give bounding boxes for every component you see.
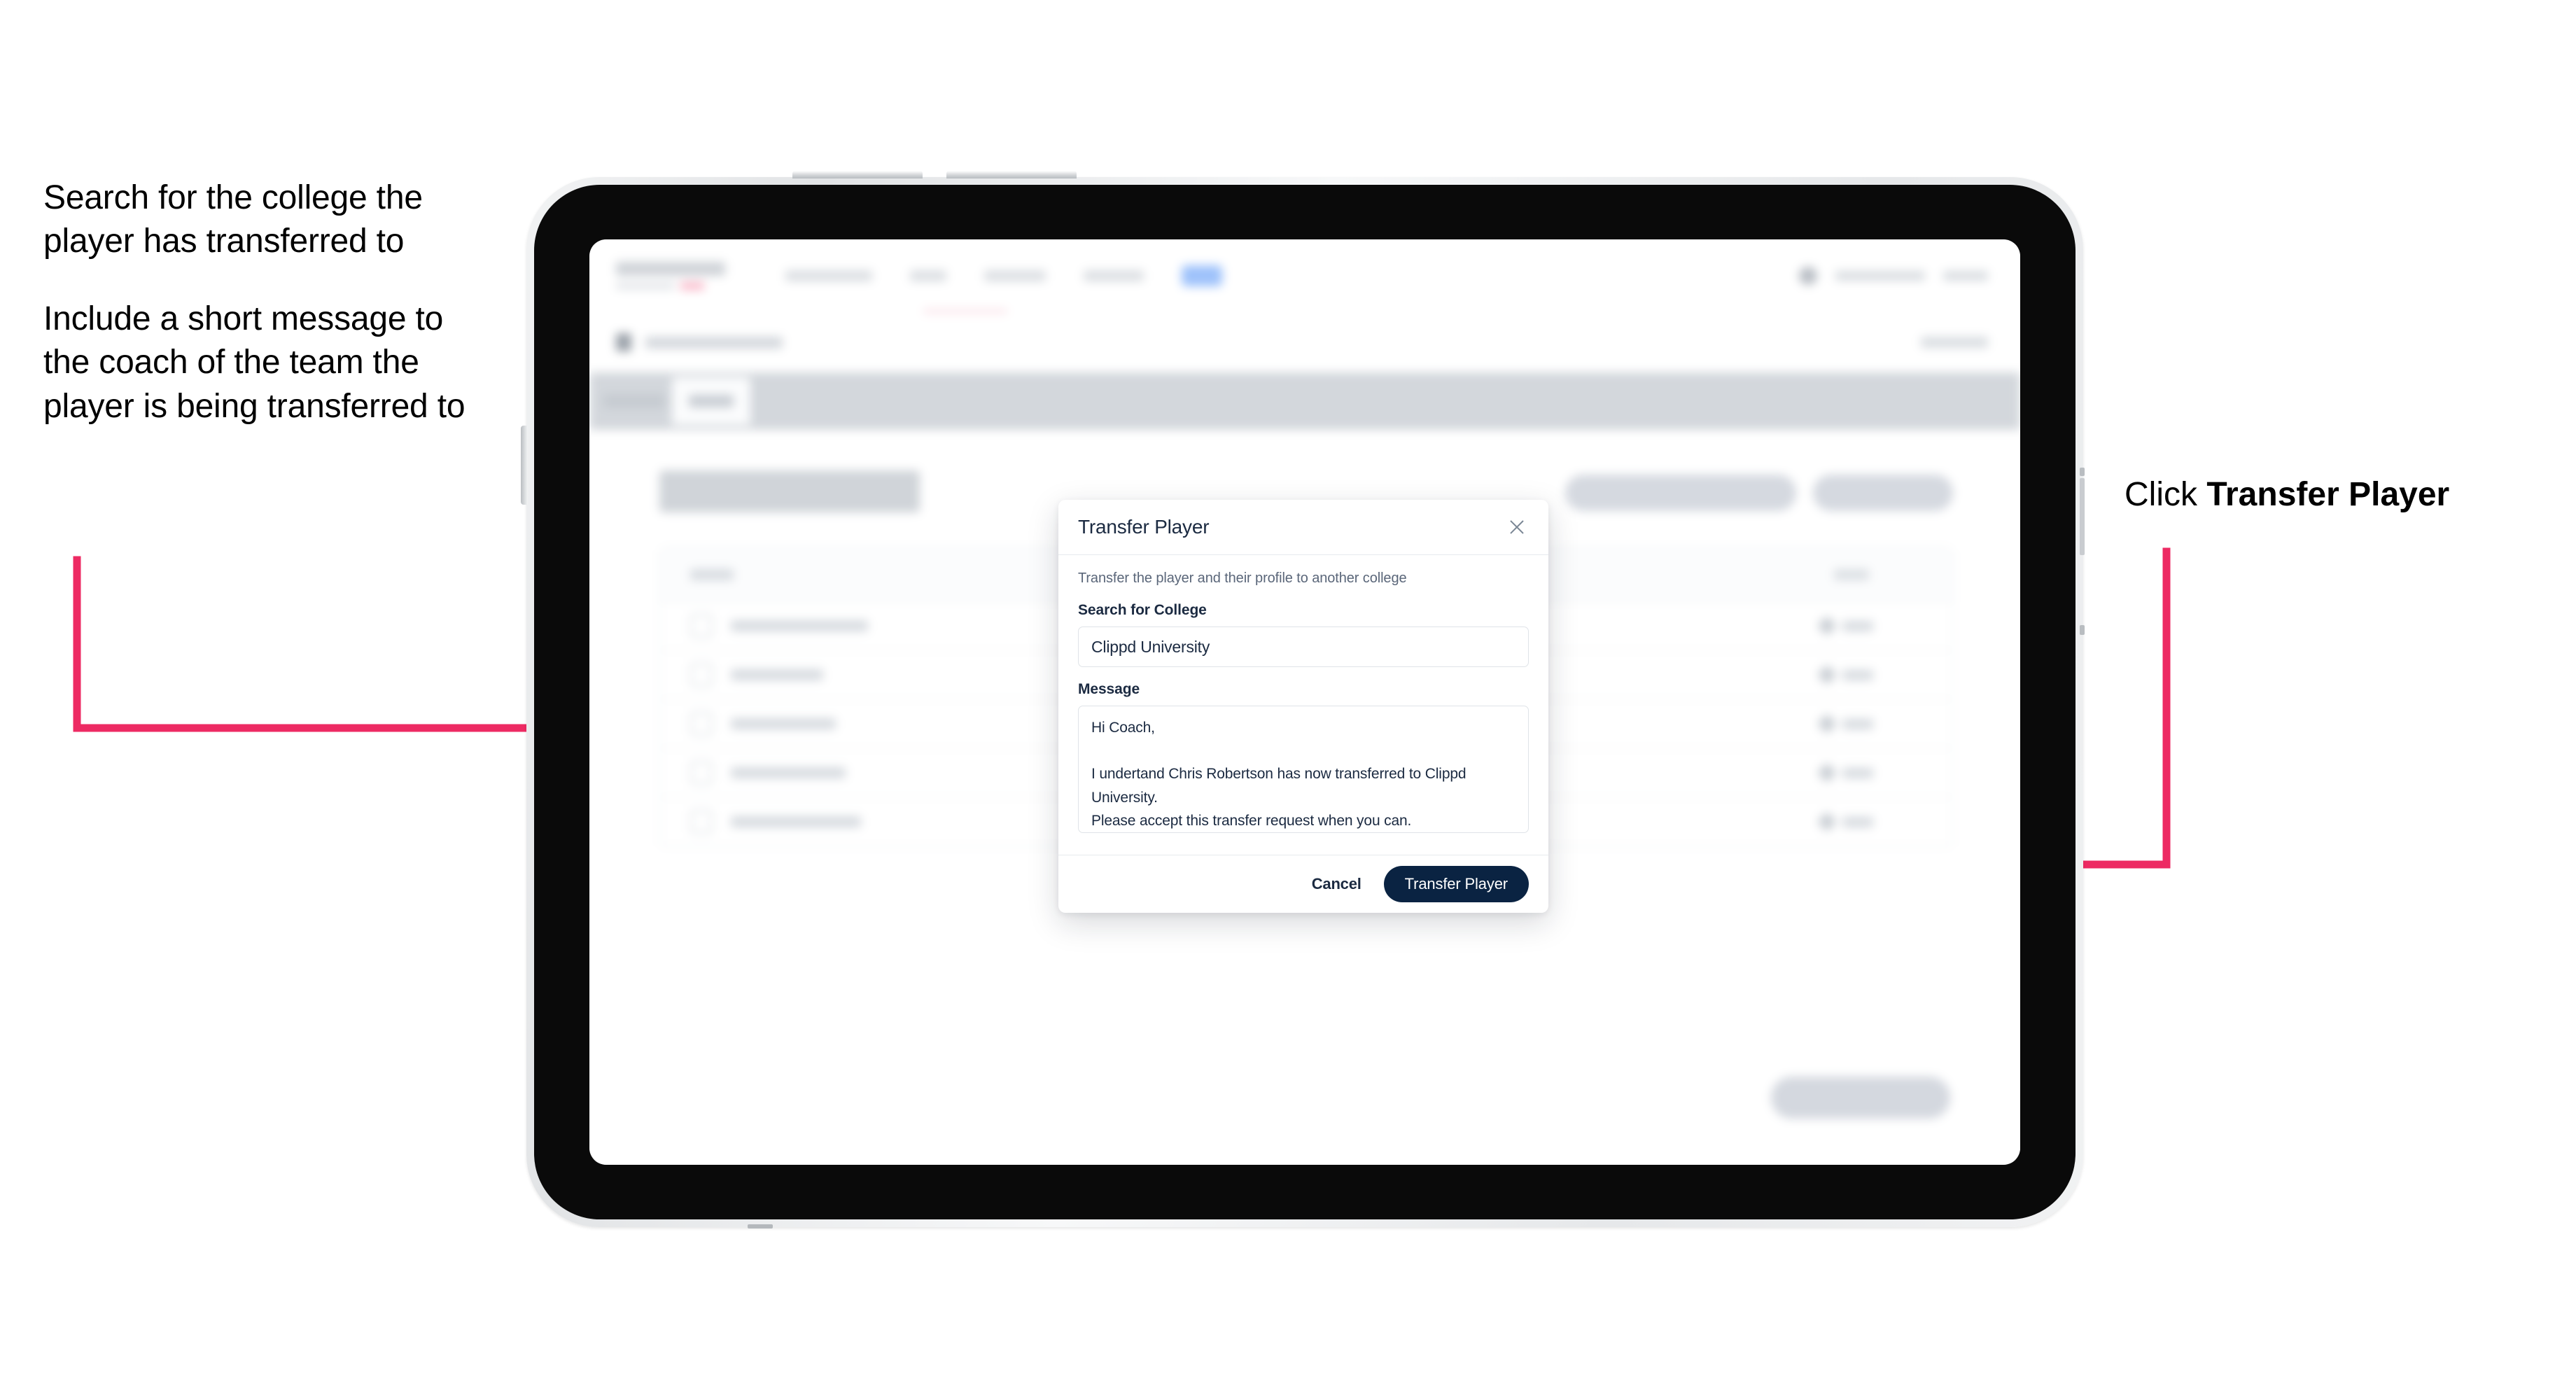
nav-item-3[interactable] <box>984 270 1046 281</box>
row-edit-action[interactable] <box>1816 664 1873 685</box>
transfer-player-modal: Transfer Player Transfer the player and … <box>1058 500 1548 913</box>
app-logo[interactable] <box>616 262 725 290</box>
annotation-text-include-message: Include a short message to the coach of … <box>43 300 465 425</box>
top-right-controls <box>1799 267 1988 285</box>
row-edit-action[interactable] <box>1816 811 1873 832</box>
modal-footer: Cancel Transfer Player <box>1058 855 1548 913</box>
row-edit-label <box>1842 620 1873 631</box>
row-checkbox[interactable] <box>690 663 713 687</box>
row-edit-label <box>1842 718 1873 729</box>
row-edit-action[interactable] <box>1816 713 1873 734</box>
app-tab-strip <box>589 372 2020 430</box>
logo-subtitle-text <box>616 283 675 289</box>
primary-nav <box>785 265 1222 286</box>
pencil-icon <box>1816 762 1837 783</box>
row-player-name <box>731 767 846 778</box>
annotation-text-search-college: Search for the college the player has tr… <box>43 179 423 260</box>
breadcrumb-action[interactable] <box>1921 337 1988 348</box>
breadcrumb-icon <box>616 333 631 351</box>
row-edit-label <box>1842 816 1873 827</box>
row-player-name <box>731 620 868 631</box>
column-header-name <box>690 569 734 580</box>
pencil-icon <box>1816 664 1837 685</box>
bottom-edge-mark <box>748 1224 773 1228</box>
right-annotation-block: Click Transfer Player <box>2124 473 2449 517</box>
message-label: Message <box>1078 681 1140 697</box>
modal-body: Transfer the player and their profile to… <box>1058 555 1548 855</box>
row-player-name <box>731 718 836 729</box>
close-icon[interactable] <box>1504 514 1530 540</box>
row-checkbox[interactable] <box>690 712 713 736</box>
row-checkbox[interactable] <box>690 810 713 834</box>
row-player-name <box>731 669 823 680</box>
row-edit-action[interactable] <box>1816 762 1873 783</box>
logo-wordmark <box>616 262 725 276</box>
row-checkbox[interactable] <box>690 614 713 638</box>
right-edge-mark-top <box>2080 468 2085 476</box>
right-edge-mark-mid <box>2080 478 2085 555</box>
search-college-input[interactable] <box>1078 626 1529 667</box>
modal-header: Transfer Player <box>1058 500 1548 555</box>
logo-accent-mark <box>680 282 704 290</box>
volume-down-button[interactable] <box>946 171 1077 178</box>
left-annotation-block: Search for the college the player has tr… <box>43 176 491 428</box>
modal-title: Transfer Player <box>1078 516 1210 538</box>
logo-subtitle <box>616 282 725 290</box>
right-edge-mark-bottom <box>2080 625 2085 635</box>
request-player-transfer-button[interactable] <box>1565 475 1796 511</box>
modal-subtitle: Transfer the player and their profile to… <box>1078 570 1407 586</box>
annotation-click-target: Transfer Player <box>2206 476 2450 513</box>
row-edit-action[interactable] <box>1816 615 1873 636</box>
side-button[interactable] <box>521 426 528 505</box>
pencil-icon <box>1816 713 1837 734</box>
nav-item-2[interactable] <box>910 270 946 281</box>
tab-active-roster[interactable] <box>672 377 750 425</box>
message-textarea[interactable] <box>1078 706 1529 833</box>
app-top-navbar <box>589 239 2020 314</box>
row-player-name <box>731 816 861 827</box>
search-college-label: Search for College <box>1078 602 1207 618</box>
nav-item-4[interactable] <box>1084 270 1144 281</box>
app-breadcrumb-bar <box>589 312 2020 374</box>
transfer-player-submit-button[interactable]: Transfer Player <box>1383 866 1529 902</box>
row-checkbox[interactable] <box>690 761 713 785</box>
annotation-click-prefix: Click <box>2124 476 2207 513</box>
cancel-button[interactable]: Cancel <box>1309 871 1364 897</box>
save-roster-changes-button[interactable] <box>1771 1077 1950 1119</box>
tab-inactive[interactable] <box>603 394 665 408</box>
nav-item-1[interactable] <box>785 270 872 281</box>
page-title-update-roster <box>659 470 920 512</box>
pencil-icon <box>1816 615 1837 636</box>
row-edit-label <box>1842 767 1873 778</box>
column-header-edit <box>1834 569 1869 580</box>
volume-up-button[interactable] <box>792 171 923 178</box>
account-email-text <box>1835 271 1925 281</box>
nav-item-active[interactable] <box>1182 265 1222 286</box>
sign-out-link[interactable] <box>1943 271 1988 281</box>
breadcrumb-label <box>645 336 783 349</box>
avatar[interactable] <box>1799 267 1817 285</box>
pencil-icon <box>1816 811 1837 832</box>
page-header-actions <box>1565 475 1953 511</box>
add-player-button[interactable] <box>1813 475 1953 511</box>
row-edit-label <box>1842 669 1873 680</box>
